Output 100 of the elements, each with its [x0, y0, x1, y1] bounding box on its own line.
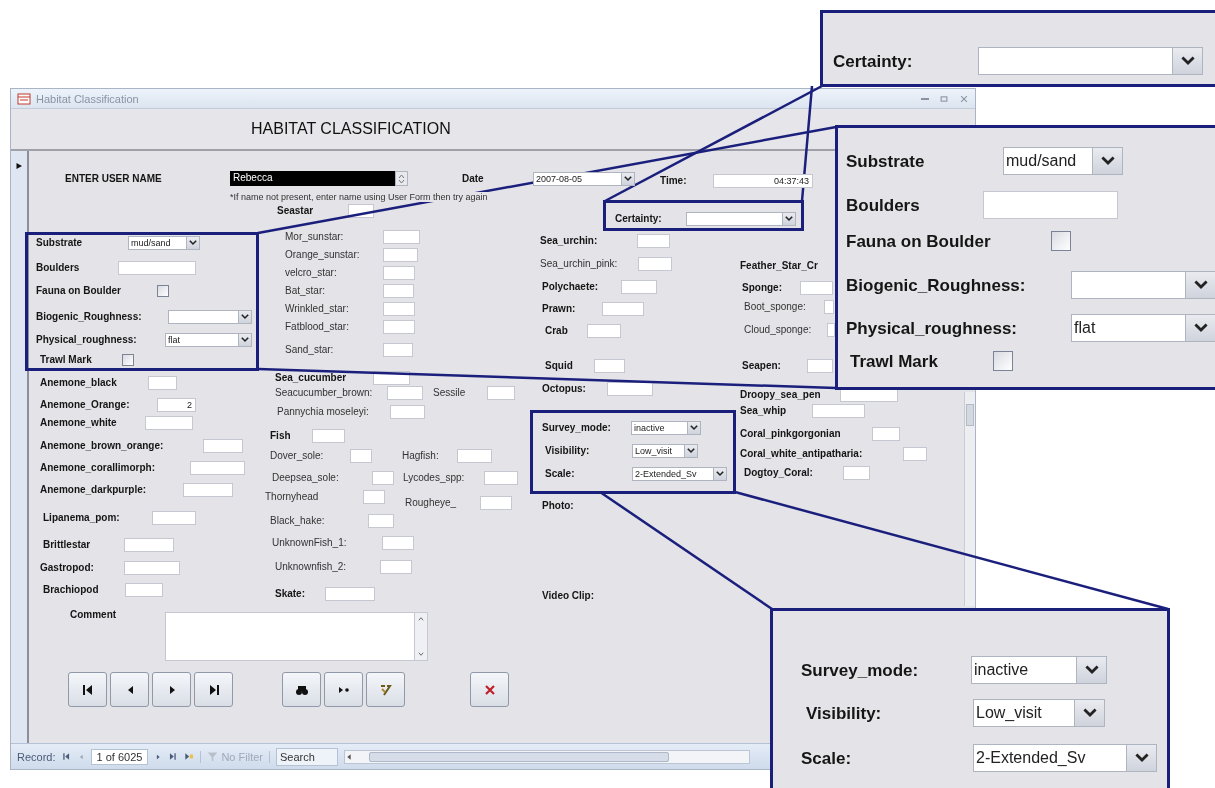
field-label: UnknownFish_1:: [272, 537, 347, 549]
input-field[interactable]: [380, 560, 412, 574]
input-field[interactable]: [325, 587, 375, 601]
dropdown-field[interactable]: Low_visit: [632, 444, 698, 458]
input-field[interactable]: [124, 561, 180, 575]
input-field[interactable]: [484, 471, 518, 485]
field-label: Dogtoy_Coral:: [744, 467, 813, 479]
field-label: Anemone_brown_orange:: [40, 440, 164, 452]
input-field[interactable]: [383, 266, 415, 280]
checkbox[interactable]: [122, 354, 134, 366]
field-label: Anemone_black: [40, 377, 117, 389]
checkbox[interactable]: [993, 351, 1013, 371]
dropdown-field[interactable]: [1071, 271, 1215, 299]
input-field[interactable]: [607, 382, 653, 396]
checkbox[interactable]: [157, 285, 169, 297]
input-field[interactable]: [383, 343, 413, 357]
input-field[interactable]: [390, 405, 425, 419]
input-field[interactable]: [807, 359, 833, 373]
dropdown-field[interactable]: inactive: [971, 656, 1107, 684]
input-field[interactable]: [594, 359, 625, 373]
find-button[interactable]: [282, 672, 321, 707]
input-field[interactable]: [145, 416, 193, 430]
dropdown-field[interactable]: 2-Extended_Sv: [632, 467, 727, 481]
input-field[interactable]: [621, 280, 657, 294]
dropdown-field[interactable]: [686, 212, 796, 226]
field-label: Fauna on Boulder: [846, 231, 991, 251]
field-label: Lycodes_spp:: [403, 472, 465, 484]
input-field[interactable]: [383, 284, 414, 298]
field-label: Anemone_white: [40, 417, 117, 429]
input-field[interactable]: [827, 323, 835, 337]
input-field[interactable]: [487, 386, 515, 400]
input-field[interactable]: [148, 376, 177, 390]
field-label: Anemone_darkpurple:: [40, 484, 147, 496]
dropdown-field[interactable]: [978, 47, 1203, 75]
input-field[interactable]: [843, 466, 870, 480]
record-position-field[interactable]: 1 of 6025: [90, 748, 149, 765]
input-field[interactable]: [363, 490, 385, 504]
input-field[interactable]: [383, 230, 420, 244]
vertical-scrollbar[interactable]: [964, 392, 975, 606]
input-field[interactable]: [383, 248, 418, 262]
input-field[interactable]: [637, 234, 670, 248]
dropdown-field[interactable]: mud/sand: [1003, 147, 1123, 175]
input-field[interactable]: [383, 302, 415, 316]
field-label: Seapen:: [742, 360, 781, 372]
input-field[interactable]: [872, 427, 900, 441]
field-label: Sponge:: [742, 282, 782, 294]
last-record-button[interactable]: [194, 672, 233, 707]
input-field[interactable]: [190, 461, 245, 475]
field-label: Dover_sole:: [270, 450, 324, 462]
field-label: Coral_white_antipatharia:: [740, 448, 863, 460]
input-field[interactable]: [118, 261, 196, 275]
input-field[interactable]: [312, 429, 345, 443]
dropdown-field[interactable]: flat: [1071, 314, 1215, 342]
chevron-down-icon: [687, 448, 695, 454]
input-field[interactable]: [587, 324, 621, 338]
input-field[interactable]: [368, 514, 394, 528]
input-field[interactable]: [457, 449, 492, 463]
first-record-button[interactable]: [68, 672, 107, 707]
input-field[interactable]: [350, 449, 372, 463]
input-field[interactable]: 2: [157, 398, 196, 412]
input-field[interactable]: [602, 302, 644, 316]
field-label: Seacucumber_brown:: [275, 387, 373, 399]
record-selector[interactable]: [11, 151, 29, 743]
field-label: Substrate: [846, 151, 925, 171]
input-field[interactable]: [480, 496, 512, 510]
input-field[interactable]: [983, 191, 1118, 219]
dropdown-field[interactable]: mud/sand: [128, 236, 200, 250]
input-field[interactable]: [183, 483, 233, 497]
undo-button[interactable]: [366, 672, 405, 707]
dropdown-field[interactable]: flat: [165, 333, 252, 347]
close-form-button[interactable]: [470, 672, 509, 707]
input-field[interactable]: [152, 511, 196, 525]
input-field[interactable]: [387, 386, 423, 400]
input-field[interactable]: 04:37:43: [713, 174, 813, 188]
input-field[interactable]: [383, 320, 415, 334]
input-field[interactable]: [125, 583, 163, 597]
chevron-down-icon: [1193, 323, 1208, 333]
dropdown-field[interactable]: inactive: [631, 421, 701, 435]
input-field[interactable]: [203, 439, 243, 453]
dropdown-field[interactable]: 2-Extended_Sv: [973, 744, 1157, 772]
checkbox[interactable]: [1051, 231, 1071, 251]
field-label: Prawn:: [542, 303, 576, 315]
field-label: velcro_star:: [285, 267, 337, 279]
input-field[interactable]: [372, 471, 394, 485]
horizontal-scrollbar[interactable]: [343, 749, 750, 764]
input-field[interactable]: [124, 538, 174, 552]
input-field[interactable]: [824, 300, 834, 314]
dropdown-field[interactable]: [168, 310, 252, 324]
dropdown-field[interactable]: 2007-08-05: [533, 172, 635, 186]
input-field[interactable]: [812, 404, 865, 418]
dropdown-field[interactable]: Low_visit: [973, 699, 1105, 727]
field-label: Trawl Mark: [40, 354, 92, 366]
field-label: Crab: [545, 325, 568, 337]
current-record-icon: [16, 161, 23, 171]
input-field[interactable]: [638, 257, 672, 271]
comment-field[interactable]: [165, 612, 428, 661]
input-field[interactable]: [800, 281, 833, 295]
search-field[interactable]: Search: [275, 747, 338, 766]
input-field[interactable]: [903, 447, 927, 461]
input-field[interactable]: [382, 536, 414, 550]
